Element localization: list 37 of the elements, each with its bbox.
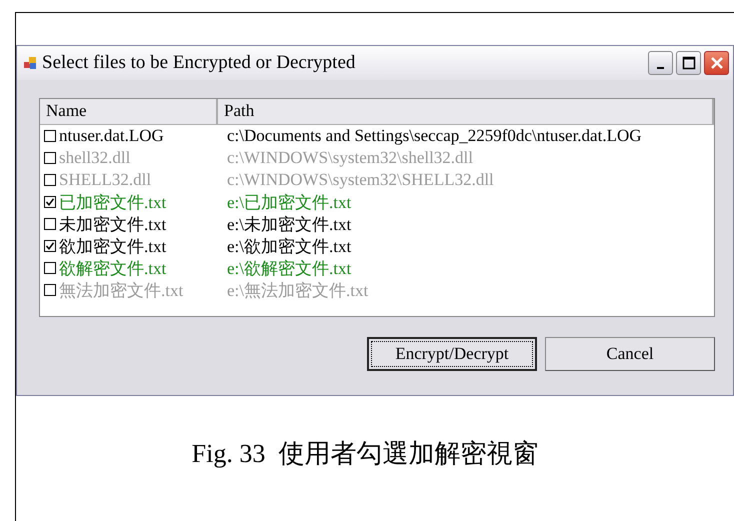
checkbox[interactable] xyxy=(44,218,56,230)
column-header[interactable]: Path xyxy=(218,99,714,124)
checkbox[interactable] xyxy=(44,130,56,142)
checkbox[interactable] xyxy=(44,196,56,208)
file-path: e:\無法加密文件.txt xyxy=(226,280,368,302)
file-name: shell32.dll xyxy=(59,148,130,168)
file-path: e:\欲加密文件.txt xyxy=(226,236,352,258)
file-path: c:\WINDOWS\system32\SHELL32.dll xyxy=(226,170,494,190)
minimize-icon xyxy=(657,67,664,69)
file-path: c:\Documents and Settings\seccap_2259f0dc\ntuser.dat.LOG xyxy=(226,126,642,146)
file-name: 無法加密文件.txt xyxy=(59,280,184,302)
checkbox[interactable] xyxy=(44,174,56,186)
checkbox[interactable] xyxy=(44,152,56,164)
file-name: ntuser.dat.LOG xyxy=(59,126,164,146)
close-icon xyxy=(710,56,724,70)
close-button[interactable] xyxy=(704,51,729,75)
cancel-button[interactable]: Cancel xyxy=(545,337,715,371)
file-name: 欲加密文件.txt xyxy=(59,236,166,258)
file-path: e:\已加密文件.txt xyxy=(226,192,352,214)
column-header[interactable]: Name xyxy=(40,99,218,124)
maximize-icon xyxy=(682,56,696,70)
file-name: 未加密文件.txt xyxy=(59,214,166,236)
figure-caption: Fig. 33 使用者勾選加解密視窗 xyxy=(192,439,538,468)
file-name: SHELL32.dll xyxy=(59,170,152,190)
file-path: e:\欲解密文件.txt xyxy=(226,258,352,280)
checkbox[interactable] xyxy=(44,284,56,296)
file-path: e:\未加密文件.txt xyxy=(226,214,352,236)
encrypt-button[interactable]: Encrypt/Decrypt xyxy=(367,337,537,371)
window-title: Select files to be Encrypted or Decrypted xyxy=(42,52,356,74)
checkbox[interactable] xyxy=(44,262,56,274)
checkbox[interactable] xyxy=(44,240,56,252)
file-name: 欲解密文件.txt xyxy=(59,258,166,280)
file-path: c:\WINDOWS\system32\shell32.dll xyxy=(226,148,474,168)
maximize-button[interactable] xyxy=(676,51,701,75)
app-icon xyxy=(24,57,36,69)
file-name: 已加密文件.txt xyxy=(59,192,166,214)
minimize-button[interactable] xyxy=(648,51,673,75)
